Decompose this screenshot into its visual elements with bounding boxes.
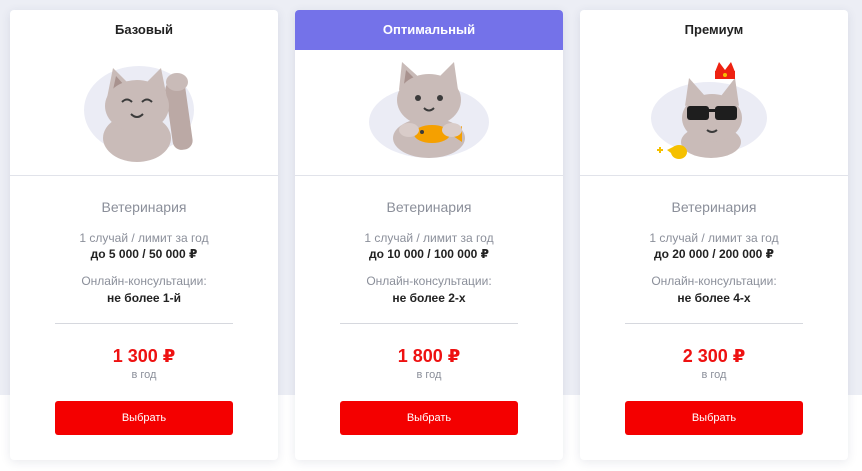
cat-with-fish-icon [295, 50, 563, 175]
price-period: в год [701, 369, 727, 381]
divider [580, 175, 848, 176]
plan-card-optimal: Оптимальный Ветеринария 1 случай / лимит… [295, 10, 563, 460]
select-plan-button[interactable]: Выбрать [340, 401, 518, 435]
consultations-label: Онлайн-консультации: [651, 274, 777, 288]
divider [340, 323, 518, 324]
price-period: в год [131, 369, 157, 381]
select-plan-button[interactable]: Выбрать [625, 401, 803, 435]
consultations-label: Онлайн-консультации: [366, 274, 492, 288]
category-label: Ветеринария [101, 199, 187, 215]
plan-title: Оптимальный [295, 10, 563, 50]
consultations-value: не более 4-х [677, 291, 751, 305]
plan-card-premium: Премиум Ветеринария 1 случай / лимит за … [580, 10, 848, 460]
limit-label: 1 случай / лимит за год [649, 231, 779, 245]
plan-title: Базовый [115, 22, 173, 37]
price: 1 300 ₽ [112, 346, 176, 366]
divider [625, 323, 803, 324]
category-label: Ветеринария [671, 199, 757, 215]
divider [10, 175, 278, 176]
price: 1 800 ₽ [397, 346, 461, 366]
divider [55, 323, 233, 324]
plan-title: Премиум [684, 22, 744, 37]
limit-value: до 10 000 / 100 000 ₽ [368, 247, 490, 261]
plan-card-basic: Базовый Ветеринария 1 случай / лимит за … [10, 10, 278, 460]
category-label: Ветеринария [386, 199, 472, 215]
price: 2 300 ₽ [682, 346, 746, 366]
select-plan-button[interactable]: Выбрать [55, 401, 233, 435]
consultations-label: Онлайн-консультации: [81, 274, 207, 288]
limit-label: 1 случай / лимит за год [364, 231, 494, 245]
divider [295, 175, 563, 176]
waving-cat-icon [10, 50, 278, 175]
price-period: в год [416, 369, 442, 381]
consultations-value: не более 2-х [392, 291, 466, 305]
limit-value: до 5 000 / 50 000 ₽ [90, 247, 198, 261]
limit-label: 1 случай / лимит за год [79, 231, 209, 245]
consultations-value: не более 1-й [107, 291, 181, 305]
cat-with-crown-and-sunglasses-icon [580, 50, 848, 175]
limit-value: до 20 000 / 200 000 ₽ [653, 247, 775, 261]
